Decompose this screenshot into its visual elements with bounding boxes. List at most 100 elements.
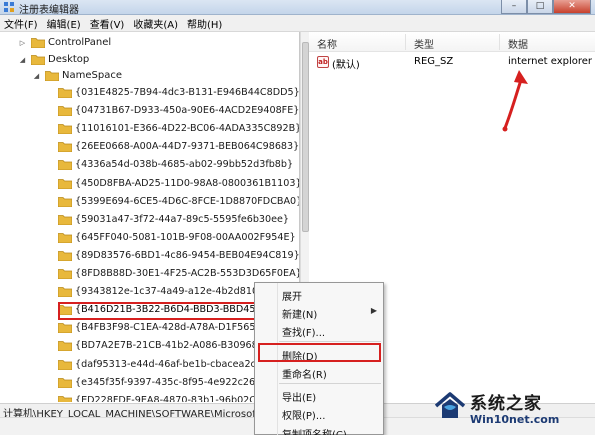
- tree-item-label: ControlPanel: [48, 37, 112, 48]
- folder-icon: [58, 178, 72, 189]
- column-name[interactable]: 名称: [317, 36, 337, 51]
- list-header: 名称 类型 数据: [309, 32, 595, 52]
- house-logo-icon: [434, 392, 466, 418]
- tree-item-key[interactable]: {450D8FBA-AD25-11D0-98A8-0800361B1103}: [58, 175, 300, 192]
- tree-item-label: {e345f35f-9397-435c-8f95-4e922c2625: [75, 376, 268, 388]
- tree-item-key[interactable]: {e345f35f-9397-435c-8f95-4e922c2625: [58, 374, 267, 391]
- tree-item-key[interactable]: {5399E694-6CE5-4D6C-8FCE-1D8870FDCBA0}: [58, 193, 299, 210]
- menu-item-rename[interactable]: 重命名(R): [255, 363, 383, 382]
- tree-item-key[interactable]: {8FD8B88D-30E1-4F25-AC2B-553D3D65F0EA}: [58, 265, 299, 282]
- tree-item-key[interactable]: {4336a54d-038b-4685-ab02-99bb52d3fb8b}: [58, 156, 293, 173]
- folder-open-icon: [31, 55, 45, 65]
- menu-file[interactable]: 文件(F): [4, 16, 38, 31]
- menu-item-copy-key-name[interactable]: 复制项名称(C): [255, 423, 383, 435]
- tree-item-key[interactable]: {59031a47-3f72-44a7-89c5-5595fe6b30ee}: [58, 211, 289, 228]
- value-name: (默认): [332, 60, 360, 71]
- column-type[interactable]: 类型: [414, 36, 434, 51]
- folder-icon: [58, 269, 72, 279]
- tree-item-key[interactable]: {11016101-E366-4D22-BC06-4ADA335C892B}: [58, 120, 300, 137]
- watermark: 系统之家 Win10net.com: [430, 386, 595, 435]
- collapse-icon[interactable]: ◢: [32, 71, 41, 80]
- title-bar: 注册表编辑器 – □ ✕: [0, 0, 595, 16]
- value-type: REG_SZ: [414, 56, 454, 67]
- tree-item-key[interactable]: {ED228FDF-9EA8-4870-83b1-96b02CFE: [58, 392, 268, 402]
- window-controls: – □ ✕: [501, 0, 591, 14]
- tree-item-label: {450D8FBA-AD25-11D0-98A8-0800361B1103}: [75, 177, 300, 189]
- menu-help[interactable]: 帮助(H): [187, 16, 222, 31]
- folder-icon: [58, 142, 72, 153]
- list-item[interactable]: ab (默认) REG_SZ internet explorer: [309, 54, 595, 71]
- tree-item-key[interactable]: {daf95313-e44d-46af-be1b-cbacea2c3: [58, 356, 262, 373]
- tree-item-key[interactable]: {04731B67-D933-450a-90E6-4ACD2E9408FE}: [58, 102, 299, 119]
- tree-item-label: {031E4825-7B94-4dc3-B131-E946B44C8DD5}: [75, 87, 300, 98]
- menu-item-label: 复制项名称(C): [282, 426, 347, 435]
- expand-icon[interactable]: ▷: [18, 38, 27, 47]
- menu-item-label: 新建(N): [282, 310, 318, 321]
- menu-item-label: 展开: [282, 292, 302, 303]
- tree-item-key[interactable]: {BD7A2E7B-21CB-41b2-A086-B309680: [58, 337, 264, 354]
- folder-icon: [58, 395, 72, 402]
- close-button[interactable]: ✕: [553, 0, 591, 14]
- tree-item-namespace[interactable]: ◢ NameSpace: [32, 67, 122, 84]
- tree-item-key[interactable]: {26EE0668-A00A-44D7-9371-BEB064C98683}: [58, 138, 299, 155]
- menu-view[interactable]: 查看(V): [90, 16, 125, 31]
- folder-icon: [58, 124, 72, 135]
- folder-icon: [58, 232, 72, 243]
- folder-icon: [58, 305, 72, 316]
- tree-item-controlpanel[interactable]: ▷ ControlPanel: [18, 34, 111, 51]
- tree-item-key[interactable]: {89D83576-6BD1-4c86-9454-BEB04E94C819}: [58, 247, 300, 264]
- tree-item-label: {89D83576-6BD1-4c86-9454-BEB04E94C819}: [75, 249, 300, 261]
- tree-item-label: {645FF040-5081-101B-9F08-00AA002F954E}: [75, 231, 296, 243]
- menu-item-new[interactable]: 新建(N) ▶: [255, 303, 383, 322]
- menu-item-permissions[interactable]: 权限(P)...: [255, 404, 383, 423]
- column-divider[interactable]: [499, 34, 500, 50]
- tree-item-label: {ED228FDF-9EA8-4870-83b1-96b02CFE: [75, 394, 268, 402]
- minimize-button[interactable]: –: [501, 0, 527, 14]
- menu-item-expand[interactable]: 展开: [255, 285, 383, 304]
- maximize-button[interactable]: □: [527, 0, 553, 14]
- watermark-url: Win10net.com: [470, 413, 560, 426]
- regedit-app-icon: [4, 2, 14, 12]
- window-title: 注册表编辑器: [19, 5, 79, 16]
- tree-item-label: {4336a54d-038b-4685-ab02-99bb52d3fb8b}: [75, 159, 294, 171]
- menu-edit[interactable]: 编辑(E): [47, 16, 81, 31]
- tree-item-label: {11016101-E366-4D22-BC06-4ADA335C892B}: [75, 123, 300, 135]
- tree-item-label: {daf95313-e44d-46af-be1b-cbacea2c3: [75, 358, 262, 370]
- folder-open-icon: [45, 71, 59, 81]
- folder-icon: [58, 377, 72, 388]
- menu-separator: [279, 341, 381, 342]
- tree-item-key[interactable]: {B4FB3F98-C1EA-428d-A78A-D1F5659C: [58, 319, 268, 336]
- context-menu: 展开 新建(N) ▶ 查找(F)... 删除(D) 重命名(R) 导出(E) 权…: [254, 282, 384, 435]
- folder-icon: [58, 88, 72, 98]
- folder-icon: [58, 323, 72, 334]
- tree-item-key[interactable]: {031E4825-7B94-4dc3-B131-E946B44C8DD5}: [58, 84, 300, 101]
- tree-item-label: {59031a47-3f72-44a7-89c5-5595fe6b30ee}: [75, 213, 290, 225]
- tree-item-label: {BD7A2E7B-21CB-41b2-A086-B309680: [75, 340, 264, 352]
- folder-icon: [58, 341, 72, 352]
- folder-icon: [58, 287, 72, 298]
- menu-item-find[interactable]: 查找(F)...: [255, 321, 383, 340]
- folder-icon: [58, 250, 72, 261]
- watermark-name: 系统之家: [470, 394, 542, 414]
- submenu-arrow-icon: ▶: [370, 306, 377, 315]
- tree-item-label: NameSpace: [62, 70, 122, 81]
- string-value-icon: ab: [317, 56, 329, 68]
- menu-item-label: 导出(E): [282, 393, 317, 404]
- delete-item-highlight: [258, 343, 381, 362]
- collapse-icon[interactable]: ◢: [18, 55, 27, 64]
- menu-item-export[interactable]: 导出(E): [255, 386, 383, 405]
- scrollbar-thumb[interactable]: [302, 42, 309, 232]
- tree-item-label: Desktop: [48, 54, 90, 65]
- menu-item-label: 重命名(R): [282, 370, 327, 381]
- column-divider[interactable]: [405, 34, 406, 50]
- column-data[interactable]: 数据: [508, 36, 528, 51]
- menu-favorites[interactable]: 收藏夹(A): [133, 16, 178, 31]
- tree-item-desktop[interactable]: ◢ Desktop: [18, 51, 89, 68]
- folder-icon: [58, 106, 72, 117]
- folder-icon: [58, 359, 72, 370]
- menu-bar: 文件(F) 编辑(E) 查看(V) 收藏夹(A) 帮助(H): [0, 15, 595, 32]
- menu-separator: [279, 383, 381, 384]
- tree-item-key[interactable]: {645FF040-5081-101B-9F08-00AA002F954E}: [58, 229, 296, 246]
- folder-icon: [58, 214, 72, 225]
- tree-item-label: {04731B67-D933-450a-90E6-4ACD2E9408FE}: [75, 105, 300, 117]
